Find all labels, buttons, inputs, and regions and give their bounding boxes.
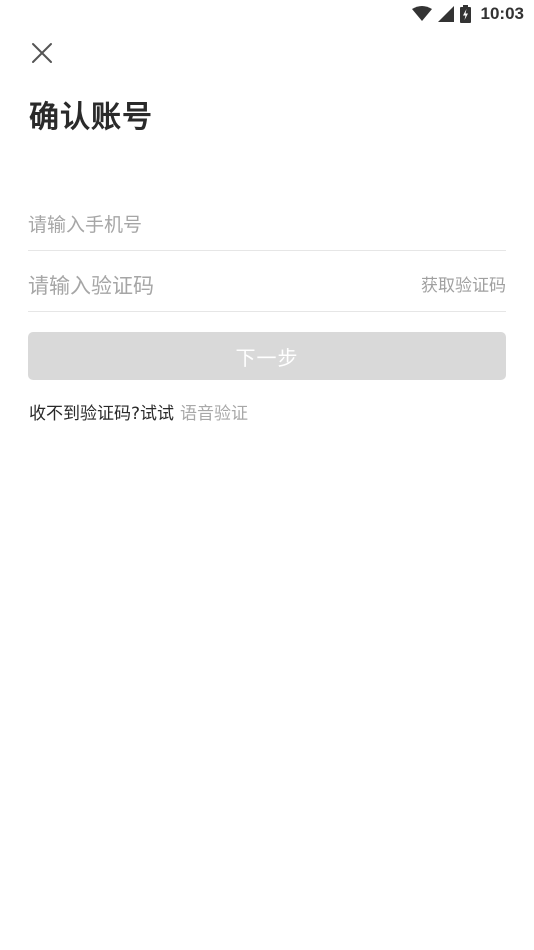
next-step-button[interactable]: 下一步: [28, 332, 506, 380]
voice-verification-link[interactable]: 语音验证: [180, 404, 248, 424]
phone-field-row: [28, 200, 506, 251]
close-icon: [28, 39, 56, 67]
verification-code-input[interactable]: [28, 260, 388, 311]
get-code-button[interactable]: 获取验证码: [421, 271, 506, 296]
battery-charging-icon: [459, 5, 471, 23]
phone-input[interactable]: [28, 200, 506, 250]
cellular-signal-icon: [437, 6, 454, 22]
status-bar: 10:03: [0, 0, 534, 28]
voice-verification-hint: 收不到验证码?试试 语音验证: [29, 399, 248, 424]
status-icons: 10:03: [411, 4, 524, 24]
voice-hint-text: 收不到验证码?试试: [29, 404, 175, 424]
close-button[interactable]: [28, 39, 56, 67]
code-field-row: 获取验证码: [28, 260, 506, 312]
wifi-icon: [411, 6, 432, 22]
page-title: 确认账号: [29, 100, 153, 135]
status-time: 10:03: [480, 4, 524, 23]
